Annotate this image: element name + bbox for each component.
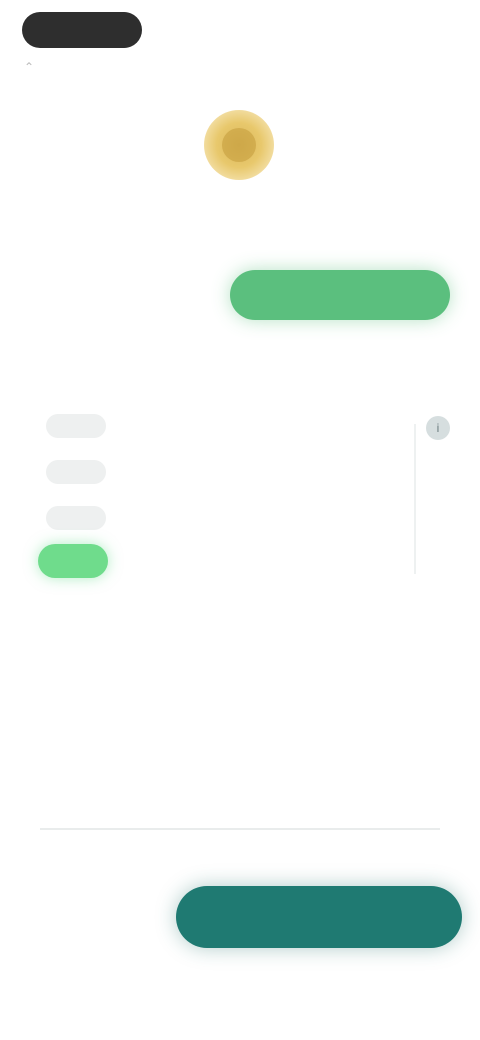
status-timeline: i	[38, 400, 450, 600]
timeline-item: i	[38, 408, 450, 452]
timeline-item	[38, 500, 450, 544]
back-button[interactable]	[22, 12, 142, 48]
timeline-pill	[46, 414, 106, 438]
top-bar: ⌃	[0, 0, 480, 74]
timeline-item	[38, 454, 450, 498]
bottom-action-bar	[0, 880, 480, 960]
summary-row	[42, 678, 442, 700]
timeline-pill-active	[38, 544, 108, 578]
caret-icon: ⌃	[24, 60, 35, 74]
medal-core	[222, 128, 256, 162]
footer-note	[150, 850, 330, 862]
top-right-action[interactable]	[384, 22, 444, 38]
timeline-item-active	[38, 544, 450, 588]
summary-total-row	[42, 758, 442, 780]
status-row	[40, 270, 450, 326]
timeline-pill	[46, 460, 106, 484]
status-badge[interactable]	[230, 270, 450, 320]
timeline-pill	[46, 506, 106, 530]
primary-action-button[interactable]	[176, 886, 462, 948]
medal-icon	[204, 110, 274, 180]
summary-row	[42, 712, 442, 734]
info-icon[interactable]: i	[426, 416, 450, 440]
divider	[40, 828, 440, 830]
